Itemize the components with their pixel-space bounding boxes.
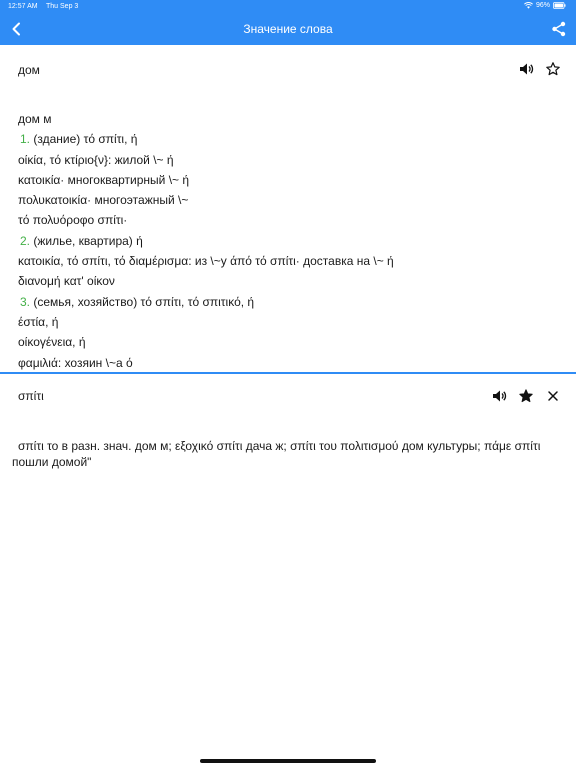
app-header: 12:57 AM Thu Sep 3 96% Значение слова [0,0,576,45]
entry-text: τό πολυόροφο σπίτι· [18,213,128,228]
word-title: σπίτι [18,389,44,403]
entry-line: κατοικία, τό σπίτι, τό διαμέρισμα: из \~… [18,251,558,271]
entry-line: 3. (семья, хозяйство) τό σπίτι, τό σπιτι… [18,292,558,312]
sense-number: 3. [20,294,31,309]
word-title: дом [18,63,40,77]
speaker-button[interactable] [491,388,507,404]
share-icon [552,21,566,37]
close-button[interactable] [545,388,561,404]
entry-line: κατοικία· многоквартирный \~ ή [18,170,558,190]
entry-line: φαμιλιά: хозяин \~а ό [18,353,558,373]
entry-text: φαμιλιά: хозяин \~а ό [18,355,133,370]
entry-text: πολυκατοικία· многоэтажный \~ [18,193,189,208]
entry-text: έστία, ή [18,314,59,329]
nav-bar: Значение слова [0,14,576,45]
entry-text: (жилье, квартира) ή [30,233,143,248]
speaker-button[interactable] [518,61,534,77]
share-button[interactable] [550,20,568,38]
entry-line: τό πολυόροφο σπίτι· [18,210,558,230]
sense-number: 1. [20,132,31,147]
favorite-button[interactable] [518,388,534,404]
status-date: Thu Sep 3 [46,3,79,10]
entry-text: (здание) τό σπίτι, ή [30,132,138,147]
battery-icon [553,2,566,9]
home-indicator [200,759,376,763]
entry-text: οίκογένεια, ή [18,335,86,350]
entry-line: οίκογένεια, ή [18,332,558,352]
definition-text: σπίτι το в разн. знач. дом м; εξοχικό σπ… [12,439,541,469]
entry-text: κατοικία· многоквартирный \~ ή [18,172,190,187]
entry-text: дом м [18,112,52,126]
entry-line: 1. (здание) τό σπίτι, ή [18,129,558,149]
page-title: Значение слова [243,22,333,36]
entry-text: (семья, хозяйство) τό σπίτι, τό σπιτικό,… [30,294,255,309]
entry-line: οίκία, τό κτίριο{ν}: жилой \~ ή [18,150,558,170]
entry-line: έστία, ή [18,312,558,332]
status-bar: 12:57 AM Thu Sep 3 96% [0,0,576,13]
sense-number: 2. [20,233,31,248]
star-outline-icon [546,62,560,76]
status-time: 12:57 AM [8,3,38,10]
translation-panel-primary: дом дом м 1. (здание) τό σπίτι, ή οίκία, τ… [0,45,576,372]
wifi-icon [524,2,533,9]
favorite-button[interactable] [545,61,561,77]
entry-text: διανομή κατ' οίκον [18,274,115,289]
entry-line: дом м [18,109,558,129]
entry-line: 2. (жилье, квартира) ή [18,231,558,251]
translation-panel-secondary: σπίτι σπίτι το в разн. знач. дом м; εξοχ… [0,374,576,754]
speaker-icon [493,390,507,402]
close-icon [548,391,558,401]
battery-percent: 96% [535,2,550,9]
entry-line: πολυκατοικία· многоэтажный \~ [18,190,558,210]
status-right: 96% [524,2,566,9]
entry-line: διανομή κατ' οίκον [18,271,558,291]
entry-text: οίκία, τό κτίριο{ν}: жилой \~ ή [18,152,174,167]
dictionary-entry: дом м 1. (здание) τό σπίτι, ή οίκία, τό κτ… [18,109,558,373]
star-filled-icon [519,389,533,403]
speaker-icon [520,63,534,75]
entry-text: κατοικία, τό σπίτι, τό διαμέρισμα: из \~… [18,254,394,269]
